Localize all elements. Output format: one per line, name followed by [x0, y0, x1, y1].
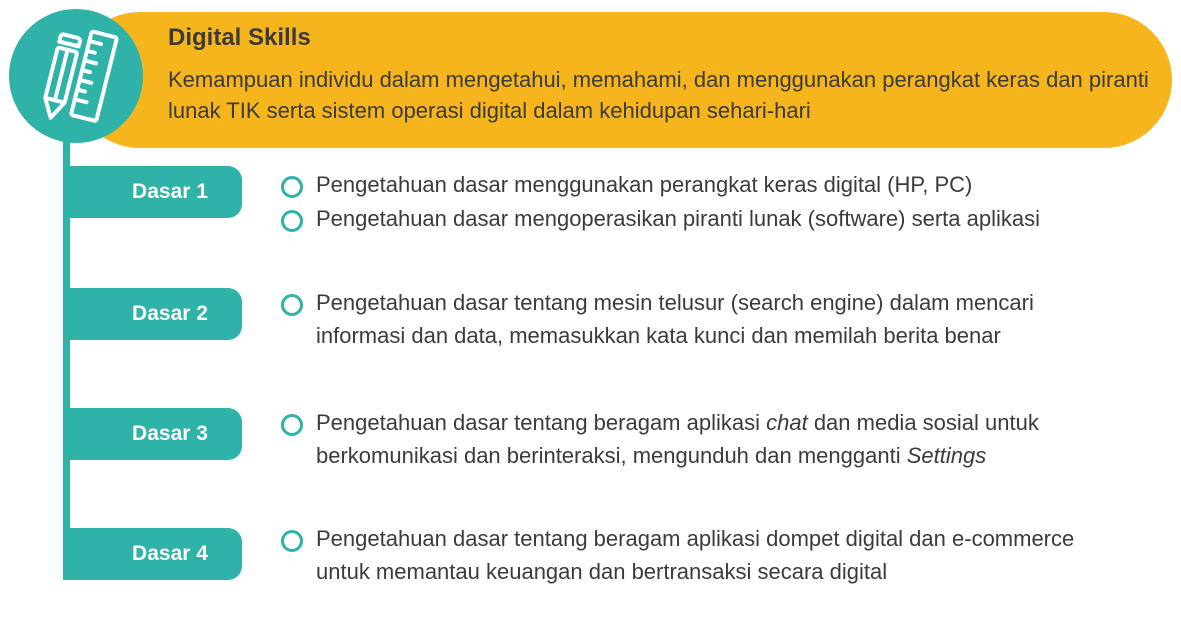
- level-tag-dasar-2: Dasar 2: [68, 288, 242, 340]
- level-3-item-1-text-a: Pengetahuan dasar tentang beragam aplika…: [316, 410, 767, 435]
- bullet-ring-icon: [281, 210, 303, 232]
- level-tag-dasar-1: Dasar 1: [68, 166, 242, 218]
- level-4-item-1: Pengetahuan dasar tentang beragam aplika…: [316, 526, 1075, 584]
- level-2-item-1: Pengetahuan dasar tentang mesin telusur …: [316, 290, 1034, 348]
- header-title: Digital Skills: [168, 24, 311, 51]
- level-3-item-1-em-settings: Settings: [906, 443, 987, 468]
- bullet-ring-icon: [281, 176, 303, 198]
- level-3-item-1-em-chat: chat: [766, 410, 808, 435]
- pencil-ruler-icon: [9, 9, 143, 143]
- bullet-ring-icon: [281, 414, 303, 436]
- header-description: Kemampuan individu dalam mengetahui, mem…: [168, 67, 1149, 123]
- level-1-item-1: Pengetahuan dasar menggunakan perangkat …: [316, 172, 973, 197]
- level-tag-dasar-3: Dasar 3: [68, 408, 242, 460]
- level-tag-dasar-4: Dasar 4: [68, 528, 242, 580]
- bullet-ring-icon: [281, 530, 303, 552]
- bullet-ring-icon: [281, 294, 303, 316]
- level-1-item-2: Pengetahuan dasar mengoperasikan piranti…: [316, 206, 1040, 231]
- level-3-item-1: Pengetahuan dasar tentang beragam aplika…: [316, 406, 1106, 472]
